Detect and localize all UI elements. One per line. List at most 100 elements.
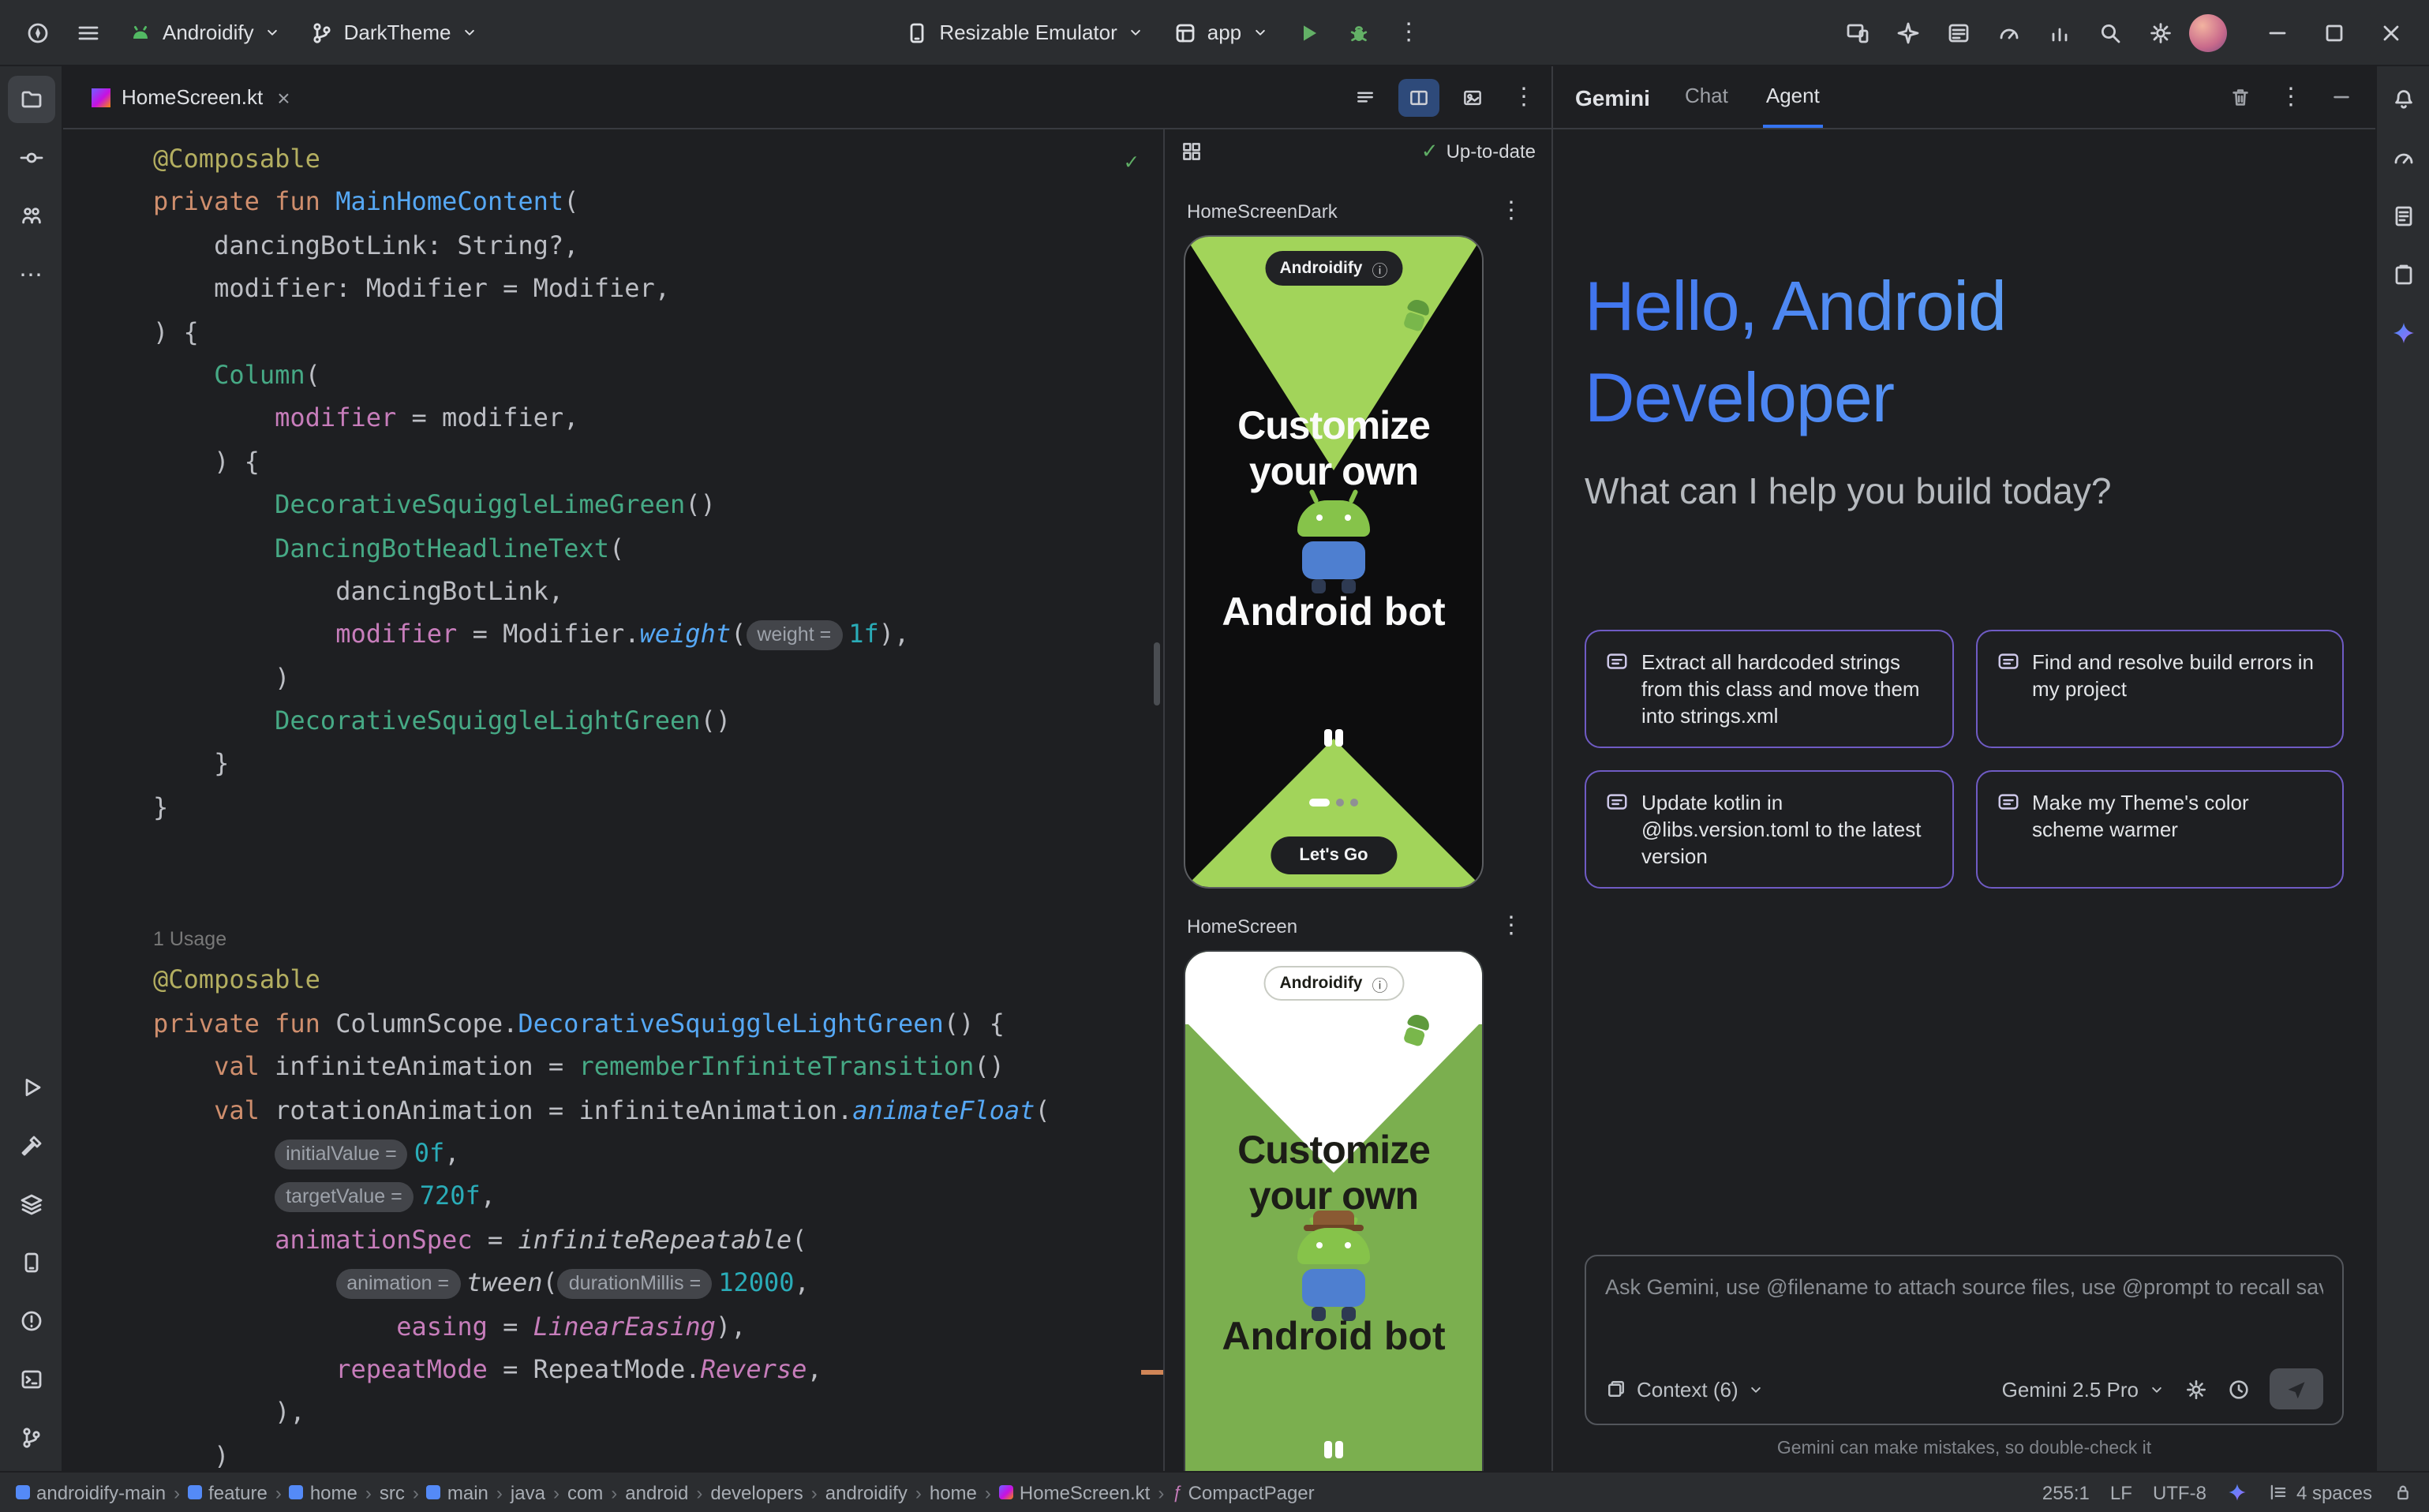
- more-actions-button[interactable]: ⋮: [1387, 10, 1431, 54]
- tab-close-icon[interactable]: ×: [274, 84, 293, 110]
- tab-homescreen-kt[interactable]: HomeScreen.kt ×: [73, 66, 313, 128]
- hide-panel-icon[interactable]: [2330, 85, 2353, 109]
- delete-conversation-icon[interactable]: [2229, 85, 2252, 109]
- breadcrumb-item[interactable]: developers: [710, 1481, 803, 1503]
- resource-manager-tool-icon[interactable]: [2379, 193, 2427, 240]
- more-tools-icon[interactable]: ⋯: [7, 251, 54, 298]
- breadcrumb-item[interactable]: feature: [188, 1481, 268, 1503]
- gemini-tool-icon[interactable]: [2379, 309, 2427, 357]
- project-tool-icon[interactable]: [7, 76, 54, 123]
- cursor-position[interactable]: 255:1: [2042, 1481, 2090, 1503]
- readonly-lock-icon[interactable]: [2393, 1482, 2413, 1503]
- code-line: modifier = modifier,: [153, 397, 1163, 440]
- structure-tool-icon[interactable]: [7, 193, 54, 240]
- breadcrumb-item[interactable]: home: [930, 1481, 977, 1503]
- breadcrumb-item[interactable]: androidify-main: [16, 1481, 166, 1503]
- preview-gallery-icon[interactable]: [1181, 140, 1203, 163]
- notifications-bell-icon[interactable]: [2379, 76, 2427, 123]
- indent-setting[interactable]: 4 spaces: [2268, 1481, 2372, 1503]
- lets-go-button[interactable]: Let's Go: [1271, 836, 1396, 874]
- problems-tool-icon[interactable]: [7, 1297, 54, 1345]
- warning-stripe-mark[interactable]: [1141, 1370, 1163, 1375]
- code-editor[interactable]: @Composableprivate fun MainHomeContent( …: [63, 129, 1163, 1471]
- breadcrumb-item[interactable]: com: [567, 1481, 603, 1503]
- tab-chat[interactable]: Chat: [1682, 66, 1731, 128]
- user-avatar[interactable]: [2189, 13, 2227, 51]
- window-close-button[interactable]: [2369, 10, 2413, 54]
- run-configuration-selector[interactable]: app: [1162, 12, 1279, 53]
- device-explorer-tool-icon[interactable]: [2379, 251, 2427, 298]
- run-tool-icon[interactable]: [7, 1064, 54, 1111]
- gemini-suggestion-card[interactable]: Find and resolve build errors in my proj…: [1975, 630, 2344, 748]
- main-menu-button[interactable]: [66, 10, 110, 54]
- split-view-button[interactable]: [1398, 78, 1439, 116]
- breadcrumb-item[interactable]: CompactPager: [1172, 1481, 1314, 1503]
- commit-tool-icon[interactable]: [7, 134, 54, 182]
- file-encoding[interactable]: UTF-8: [2153, 1481, 2206, 1503]
- build-tool-icon[interactable]: [7, 1122, 54, 1170]
- module-icon: [188, 1485, 202, 1499]
- design-view-button[interactable]: [1452, 78, 1493, 116]
- device-selector[interactable]: Resizable Emulator: [893, 12, 1155, 53]
- breadcrumb-item[interactable]: HomeScreen.kt: [999, 1481, 1150, 1503]
- breadcrumb-item[interactable]: home: [290, 1481, 357, 1503]
- gemini-suggestion-card[interactable]: Make my Theme's color scheme warmer: [1975, 770, 2344, 889]
- window-minimize-button[interactable]: [2255, 10, 2300, 54]
- code-line: targetValue =720f,: [153, 1175, 1163, 1218]
- profiler-tool-icon[interactable]: [2379, 134, 2427, 182]
- code-line: modifier: Modifier = Modifier,: [153, 267, 1163, 310]
- prompt-icon: [1996, 791, 2019, 821]
- run-button[interactable]: [1286, 10, 1330, 54]
- preview-phone-dark[interactable]: Androidifyⓘ Customize your own Android b…: [1184, 235, 1484, 889]
- tab-label: HomeScreen.kt: [122, 85, 263, 109]
- terminal-tool-icon[interactable]: [7, 1356, 54, 1403]
- breadcrumb-item[interactable]: src: [380, 1481, 405, 1503]
- editor-scrollbar[interactable]: [1154, 642, 1160, 705]
- settings-gear-icon[interactable]: [2139, 10, 2183, 54]
- indent-icon: [2268, 1482, 2289, 1503]
- ask-gemini-icon[interactable]: [1886, 10, 1930, 54]
- preview-options-icon[interactable]: ⋮: [1493, 199, 1529, 223]
- gemini-settings-icon[interactable]: [2184, 1377, 2208, 1401]
- window-maximize-button[interactable]: [2312, 10, 2356, 54]
- model-selector[interactable]: Gemini 2.5 Pro: [2002, 1377, 2165, 1401]
- breadcrumb-item[interactable]: androidify: [825, 1481, 908, 1503]
- breadcrumb-item[interactable]: main: [427, 1481, 488, 1503]
- search-everywhere-icon[interactable]: [2088, 10, 2132, 54]
- panel-options-icon[interactable]: ⋮: [2273, 85, 2309, 109]
- tab-agent[interactable]: Agent: [1763, 66, 1823, 128]
- gemini-prompt-input[interactable]: Ask Gemini, use @filename to attach sour…: [1585, 1255, 2344, 1425]
- history-icon[interactable]: [2227, 1377, 2251, 1401]
- breadcrumb-item[interactable]: java: [511, 1481, 545, 1503]
- vcs-branch-selector[interactable]: DarkTheme: [298, 12, 489, 53]
- compose-preview-panel: ✓ Up-to-date HomeScreenDark ⋮: [1163, 129, 1551, 1471]
- running-devices-icon[interactable]: [1836, 10, 1880, 54]
- send-button[interactable]: [2270, 1368, 2323, 1409]
- line-separator[interactable]: LF: [2110, 1481, 2132, 1503]
- project-selector[interactable]: Androidify: [117, 12, 292, 53]
- device-manager-tool-icon[interactable]: [7, 1239, 54, 1286]
- app-insights-icon[interactable]: [2038, 10, 2082, 54]
- code-view-button[interactable]: [1345, 78, 1386, 116]
- logcat-icon[interactable]: [1937, 10, 1981, 54]
- breadcrumb-item[interactable]: android: [625, 1481, 688, 1503]
- branch-icon: [309, 20, 335, 45]
- code-line: easing = LinearEasing),: [153, 1304, 1163, 1348]
- preview-options-icon[interactable]: ⋮: [1493, 914, 1529, 938]
- preview-phone-light[interactable]: Androidifyⓘ Customize your own Android b…: [1184, 950, 1484, 1471]
- context-selector[interactable]: Context (6): [1605, 1377, 1765, 1401]
- tab-options-icon[interactable]: ⋮: [1506, 85, 1542, 109]
- profiler-icon[interactable]: [1987, 10, 2031, 54]
- code-line: animation =tween(durationMillis =12000,: [153, 1261, 1163, 1304]
- gemini-suggestion-card[interactable]: Extract all hardcoded strings from this …: [1585, 630, 1953, 748]
- version-control-tool-icon[interactable]: [7, 1414, 54, 1461]
- breadcrumb-separator: ›: [609, 1481, 619, 1503]
- preview-headline: Customize your own: [1217, 404, 1450, 496]
- gemini-status-icon[interactable]: [2227, 1482, 2247, 1503]
- device-name: Resizable Emulator: [939, 21, 1117, 44]
- gemini-suggestion-card[interactable]: Update kotlin in @libs.version.toml to t…: [1585, 770, 1953, 889]
- debug-button[interactable]: [1336, 10, 1380, 54]
- gemini-greeting-line1: Hello, Android: [1585, 262, 2344, 354]
- inspections-ok-icon[interactable]: ✓: [1125, 142, 1138, 185]
- build-variants-tool-icon[interactable]: [7, 1181, 54, 1228]
